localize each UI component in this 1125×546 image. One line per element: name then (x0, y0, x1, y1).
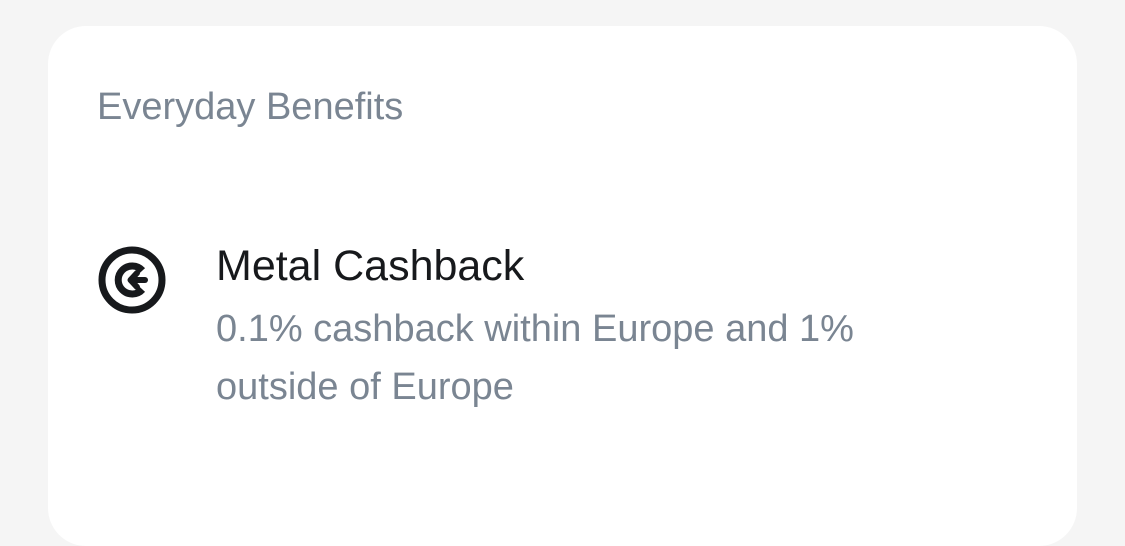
benefit-title: Metal Cashback (216, 242, 525, 290)
cashback-icon (98, 246, 166, 314)
benefit-text: Metal Cashback 0.1% cashback within Euro… (216, 236, 1016, 416)
benefit-item-metal-cashback[interactable]: Metal Cashback 0.1% cashback within Euro… (98, 236, 1038, 456)
benefit-description: 0.1% cashback within Europe and 1% outsi… (216, 308, 854, 408)
benefits-card: Everyday Benefits Metal Cashback 0.1% ca… (48, 26, 1077, 546)
section-title: Everyday Benefits (97, 86, 404, 128)
